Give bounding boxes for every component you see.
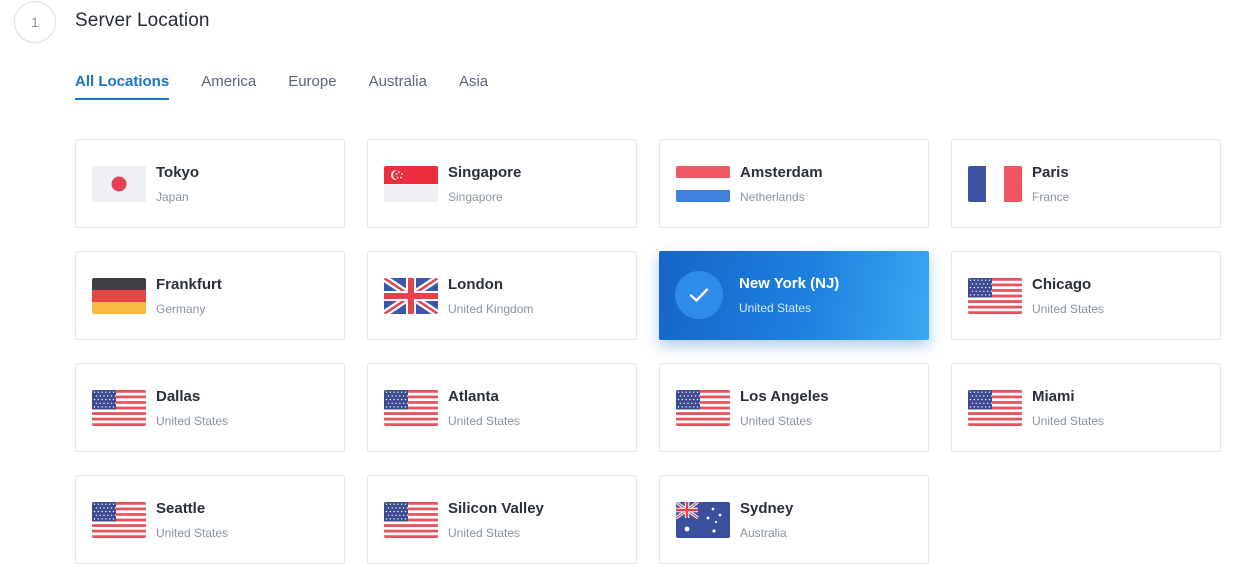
location-card-new-york-nj[interactable]: New York (NJ) United States xyxy=(659,251,929,340)
location-card-los-angeles[interactable]: Los Angeles United States xyxy=(659,363,929,452)
location-country: Germany xyxy=(156,302,206,316)
location-country: United Kingdom xyxy=(448,302,534,316)
location-city: Los Angeles xyxy=(740,388,829,405)
location-card-sydney[interactable]: Sydney Australia xyxy=(659,475,929,564)
tab-all-locations[interactable]: All Locations xyxy=(75,73,170,100)
location-country: United States xyxy=(156,414,229,428)
japan-flag-icon xyxy=(92,166,146,202)
location-city: New York (NJ) xyxy=(739,275,840,292)
location-country: Singapore xyxy=(448,190,503,204)
location-country: United States xyxy=(1032,414,1105,428)
step-number-badge: 1 xyxy=(14,1,56,43)
tab-america[interactable]: America xyxy=(201,73,256,100)
australia-flag-icon xyxy=(676,502,730,538)
usa-flag-icon xyxy=(676,390,730,426)
location-country: France xyxy=(1032,190,1070,204)
location-country: United States xyxy=(740,414,813,428)
germany-flag-icon xyxy=(92,278,146,314)
section-title: Server Location xyxy=(75,10,210,31)
france-flag-icon xyxy=(968,166,1022,202)
location-card-dallas[interactable]: Dallas United States xyxy=(75,363,345,452)
location-country: Australia xyxy=(740,526,787,540)
location-card-paris[interactable]: Paris France xyxy=(951,139,1221,228)
location-city: Chicago xyxy=(1032,276,1092,293)
tab-asia[interactable]: Asia xyxy=(459,73,488,100)
usa-flag-icon xyxy=(92,502,146,538)
location-city: Tokyo xyxy=(156,164,200,181)
location-city: London xyxy=(448,276,503,293)
location-country: United States xyxy=(448,526,521,540)
location-grid: Tokyo Japan Singapore Singapore Amsterdam Net… xyxy=(75,139,1221,564)
location-city: Paris xyxy=(1032,164,1069,181)
tab-australia[interactable]: Australia xyxy=(369,73,427,100)
location-card-seattle[interactable]: Seattle United States xyxy=(75,475,345,564)
location-filter-tabs: All Locations America Europe Australia A… xyxy=(75,73,520,100)
location-country: United States xyxy=(156,526,229,540)
location-card-miami[interactable]: Miami United States xyxy=(951,363,1221,452)
usa-flag-icon xyxy=(968,278,1022,314)
singapore-flag-icon xyxy=(384,166,438,202)
location-card-chicago[interactable]: Chicago United States xyxy=(951,251,1221,340)
location-city: Amsterdam xyxy=(740,164,823,181)
location-city: Singapore xyxy=(448,164,522,181)
location-city: Silicon Valley xyxy=(448,500,544,517)
location-city: Miami xyxy=(1032,388,1075,405)
location-city: Atlanta xyxy=(448,388,499,405)
location-city: Sydney xyxy=(740,500,794,517)
location-country: United States xyxy=(739,301,812,315)
location-card-amsterdam[interactable]: Amsterdam Netherlands xyxy=(659,139,929,228)
location-card-frankfurt[interactable]: Frankfurt Germany xyxy=(75,251,345,340)
location-card-singapore[interactable]: Singapore Singapore xyxy=(367,139,637,228)
location-card-atlanta[interactable]: Atlanta United States xyxy=(367,363,637,452)
tab-europe[interactable]: Europe xyxy=(288,73,336,100)
location-card-silicon-valley[interactable]: Silicon Valley United States xyxy=(367,475,637,564)
location-city: Dallas xyxy=(156,388,201,405)
usa-flag-icon xyxy=(968,390,1022,426)
location-country: United States xyxy=(1032,302,1105,316)
usa-flag-icon xyxy=(92,390,146,426)
check-icon xyxy=(675,271,723,319)
usa-flag-icon xyxy=(384,390,438,426)
usa-flag-icon xyxy=(384,502,438,538)
location-card-tokyo[interactable]: Tokyo Japan xyxy=(75,139,345,228)
location-country: Japan xyxy=(156,190,189,204)
location-country: United States xyxy=(448,414,521,428)
location-country: Netherlands xyxy=(740,190,805,204)
location-city: Frankfurt xyxy=(156,276,222,293)
location-city: Seattle xyxy=(156,500,206,517)
uk-flag-icon xyxy=(384,278,438,314)
location-card-london[interactable]: London United Kingdom xyxy=(367,251,637,340)
netherlands-flag-icon xyxy=(676,166,730,202)
